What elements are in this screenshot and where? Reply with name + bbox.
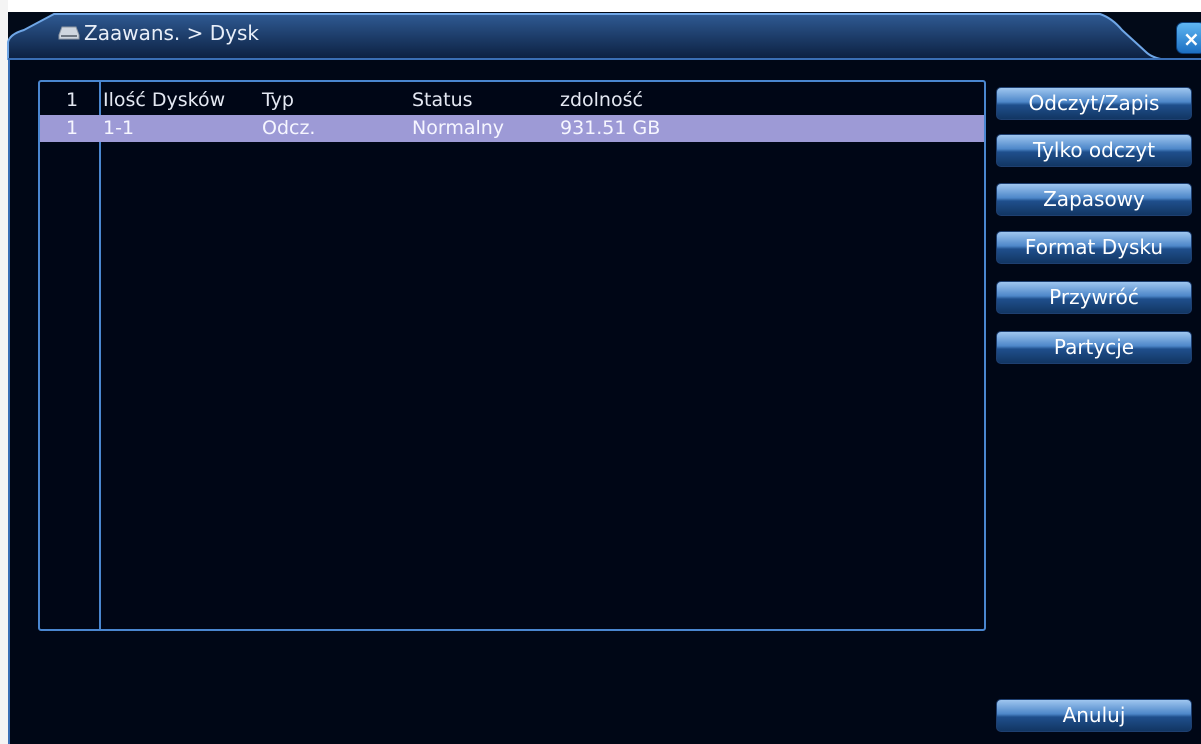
row-disks: 1-1 — [103, 117, 135, 139]
column-divider — [99, 82, 101, 629]
restore-button[interactable]: Przywróć — [996, 281, 1192, 314]
read-write-button[interactable]: Odczyt/Zapis — [996, 87, 1192, 120]
row-index: 1 — [66, 117, 79, 139]
header-capacity: zdolność — [560, 89, 643, 111]
window-title: Zaawans. > Dysk — [84, 21, 259, 45]
row-type: Odcz. — [262, 117, 316, 139]
partitions-button[interactable]: Partycje — [996, 331, 1192, 364]
header-index: 1 — [66, 89, 79, 111]
header-disk-count: Ilość Dysków — [103, 89, 226, 111]
close-icon[interactable]: × — [1176, 22, 1201, 54]
header-type: Typ — [262, 89, 294, 111]
backup-button[interactable]: Zapasowy — [996, 183, 1192, 216]
read-only-button[interactable]: Tylko odczyt — [996, 134, 1192, 167]
row-status: Normalny — [412, 117, 505, 139]
disk-settings-window: Zaawans. > Dysk × 1 Ilość Dysków Typ Sta… — [0, 0, 1201, 744]
table-row[interactable] — [40, 115, 984, 142]
disk-drive-icon — [58, 26, 80, 40]
format-disk-button[interactable]: Format Dysku — [996, 231, 1192, 264]
header-status: Status — [412, 89, 473, 111]
row-capacity: 931.51 GB — [560, 117, 661, 139]
window-left-edge — [0, 0, 8, 744]
cancel-button[interactable]: Anuluj — [996, 699, 1192, 732]
disk-table: 1 Ilość Dysków Typ Status zdolność 1 1-1… — [38, 80, 986, 631]
